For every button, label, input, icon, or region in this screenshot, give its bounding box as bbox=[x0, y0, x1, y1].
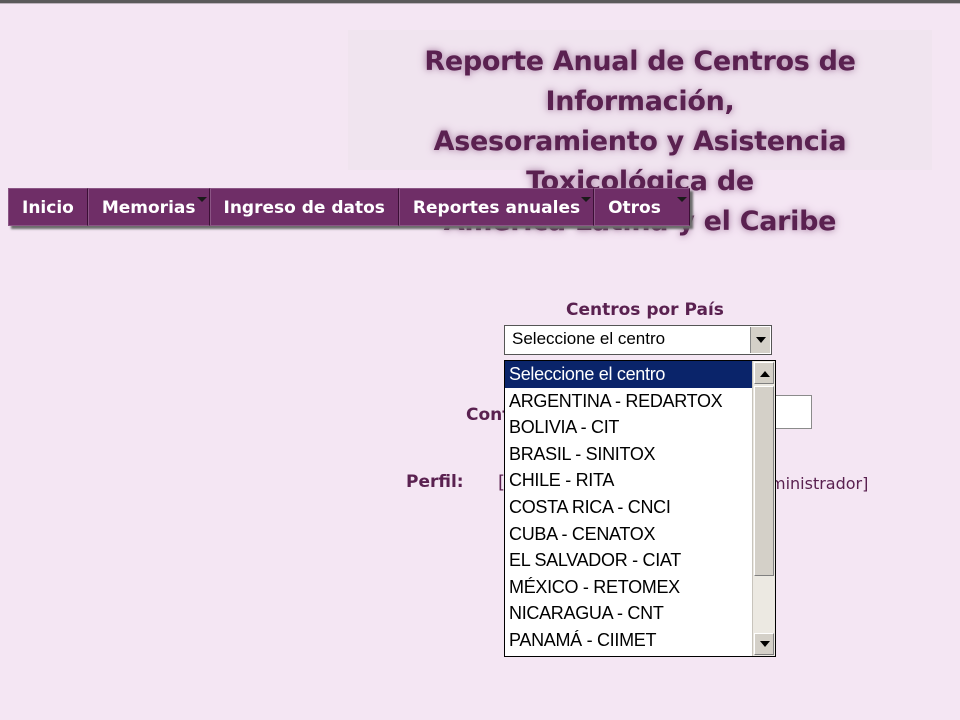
menu-item-otros[interactable]: Otros bbox=[594, 188, 690, 226]
arrow-down-icon bbox=[760, 641, 770, 647]
dropdown-option[interactable]: BRASIL - SINITOX bbox=[505, 441, 753, 468]
menu-item-label: Memorias bbox=[101, 198, 196, 218]
dropdown-option[interactable]: CHILE - RITA bbox=[505, 467, 753, 494]
dropdown-option[interactable]: ARGENTINA - REDARTOX bbox=[505, 388, 753, 415]
dropdown-options: Seleccione el centro ARGENTINA - REDARTOX… bbox=[505, 361, 753, 654]
centro-dropdown-list[interactable]: Seleccione el centro ARGENTINA - REDARTOX… bbox=[504, 360, 776, 657]
submenu-arrow-icon bbox=[581, 197, 592, 202]
dropdown-option[interactable]: COSTA RICA - CNCI bbox=[505, 494, 753, 521]
scroll-down-button[interactable] bbox=[754, 633, 774, 655]
header-banner: Reporte Anual de Centros de Información,… bbox=[348, 30, 932, 237]
scrollbar-thumb[interactable] bbox=[754, 386, 774, 576]
top-border-shadow bbox=[0, 3, 960, 4]
dropdown-option[interactable]: NICARAGUA - CNT bbox=[505, 600, 753, 627]
centro-select[interactable]: Seleccione el centro bbox=[504, 325, 772, 355]
arrow-up-icon bbox=[760, 371, 770, 377]
scroll-up-button[interactable] bbox=[754, 362, 774, 384]
title-line-1: Reporte Anual de Centros de Información, bbox=[424, 46, 856, 117]
perfil-label: Perfil: bbox=[406, 472, 464, 492]
dropdown-option[interactable]: PANAMÁ - CIIMET bbox=[505, 627, 753, 654]
menu-item-inicio[interactable]: Inicio bbox=[8, 188, 88, 226]
submenu-arrow-icon bbox=[676, 197, 687, 202]
chevron-down-icon bbox=[756, 337, 766, 343]
menu-item-label: Ingreso de datos bbox=[223, 198, 385, 218]
dropdown-option[interactable]: CUBA - CENATOX bbox=[505, 521, 753, 548]
dropdown-option[interactable]: BOLIVIA - CIT bbox=[505, 414, 753, 441]
menu-item-reportes-anuales[interactable]: Reportes anuales bbox=[398, 188, 595, 226]
dropdown-option[interactable]: EL SALVADOR - CIAT bbox=[505, 547, 753, 574]
main-menu-bar: Inicio Memorias Ingreso de datos Reporte… bbox=[8, 188, 690, 226]
menu-item-label: Otros bbox=[608, 198, 661, 218]
menu-item-memorias[interactable]: Memorias bbox=[87, 188, 210, 226]
password-input[interactable] bbox=[772, 395, 812, 429]
perfil-option-administrador[interactable]: ministrador] bbox=[770, 474, 868, 493]
menu-item-ingreso-de-datos[interactable]: Ingreso de datos bbox=[209, 188, 399, 226]
menu-item-label: Reportes anuales bbox=[412, 198, 581, 218]
select-current-value: Seleccione el centro bbox=[512, 329, 666, 348]
dropdown-scrollbar[interactable] bbox=[752, 361, 775, 656]
menu-item-label: Inicio bbox=[22, 198, 74, 218]
dropdown-option[interactable]: MÉXICO - RETOMEX bbox=[505, 574, 753, 601]
centros-por-pais-label: Centros por País bbox=[566, 300, 724, 320]
select-dropdown-button[interactable] bbox=[750, 327, 770, 353]
submenu-arrow-icon bbox=[196, 197, 207, 202]
dropdown-option[interactable]: Seleccione el centro bbox=[505, 361, 753, 388]
